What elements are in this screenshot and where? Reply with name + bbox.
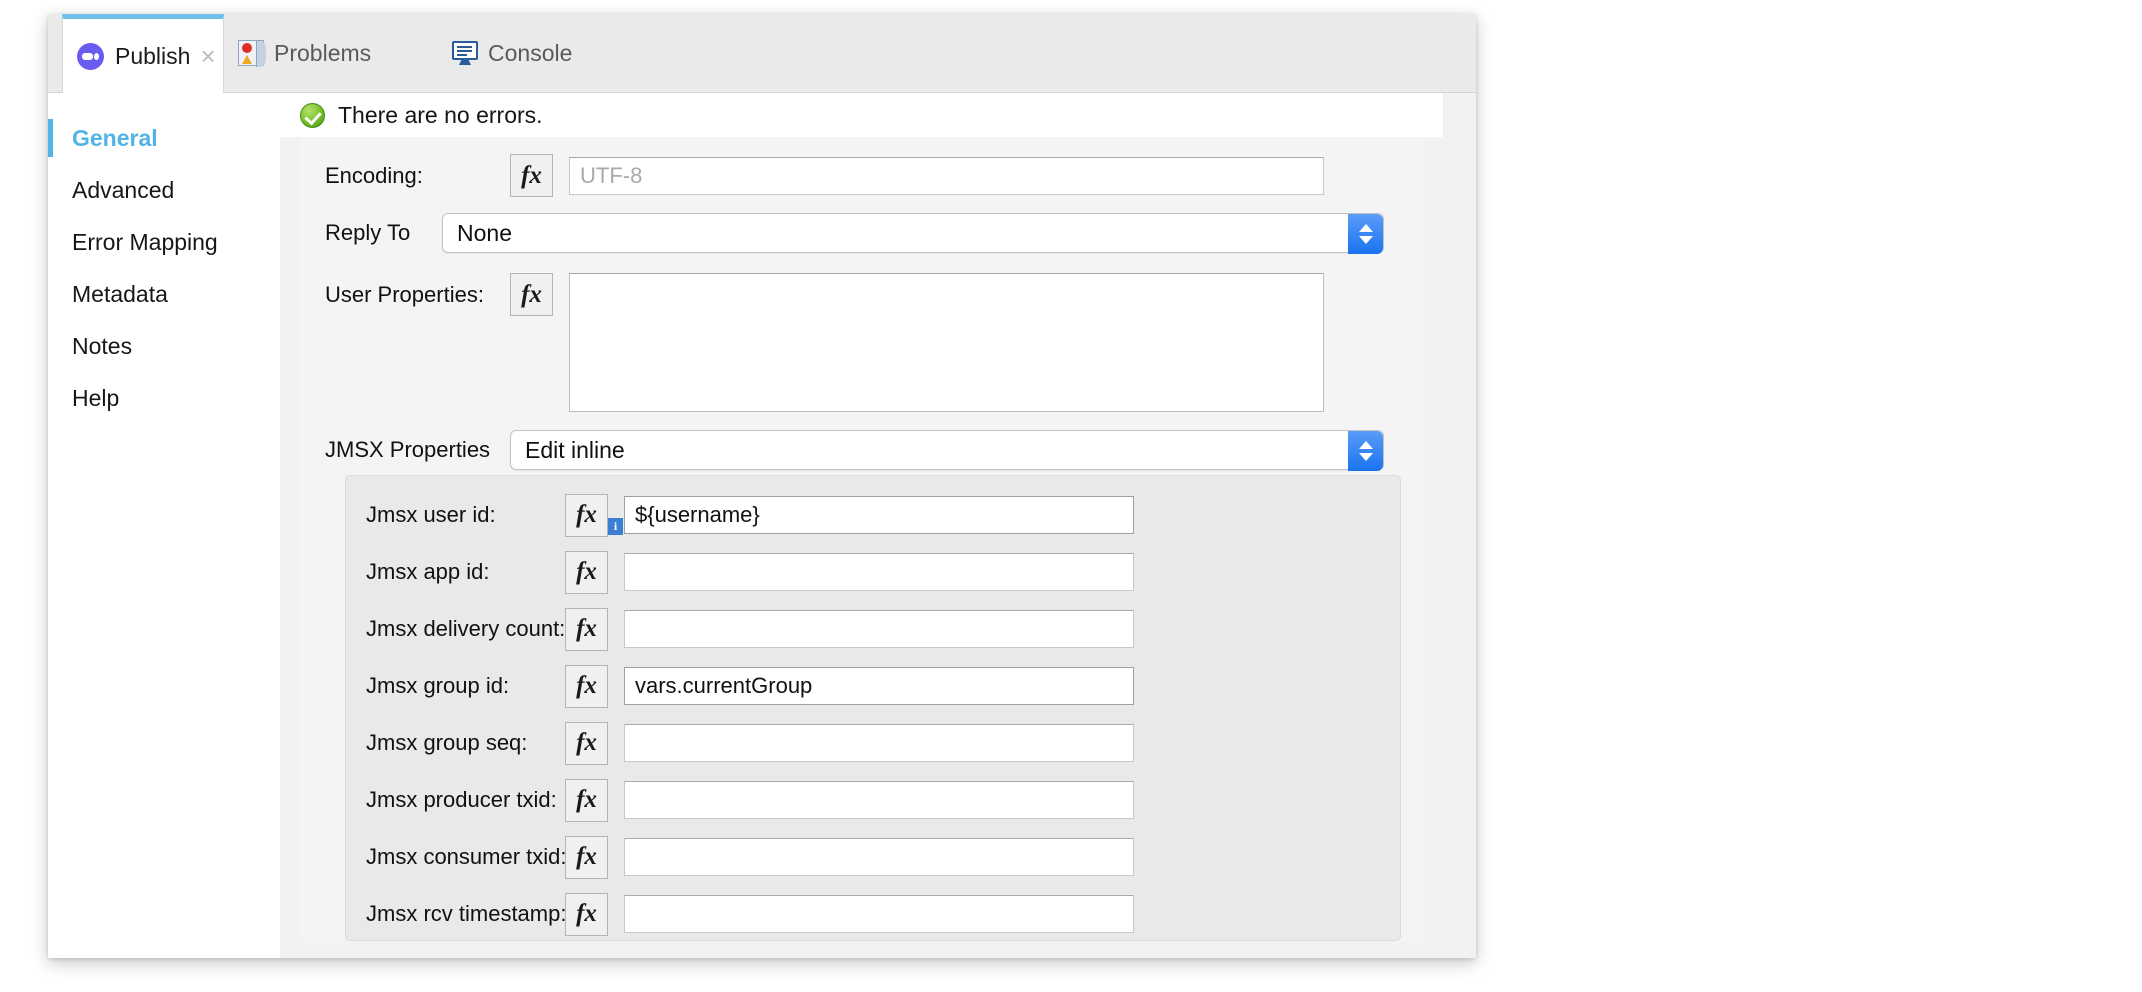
- encoding-input[interactable]: UTF-8: [569, 157, 1324, 195]
- jmsx-producer-txid-label: Jmsx producer txid:: [366, 787, 556, 813]
- jmsx-group-seq-fx-button[interactable]: fx: [565, 722, 608, 765]
- editor-tab-bar: Publish × Problems Console: [48, 14, 1476, 93]
- user-properties-fx-button[interactable]: fx: [510, 273, 553, 316]
- jmsx-delivery-count-fx-button[interactable]: fx: [565, 608, 608, 651]
- status-message: There are no errors.: [338, 102, 543, 129]
- tab-publish-label: Publish: [115, 43, 190, 70]
- user-properties-label: User Properties:: [325, 273, 510, 316]
- jmsx-rcv-timestamp-label: Jmsx rcv timestamp:: [366, 901, 556, 927]
- general-form: Encoding: fx UTF-8 Reply To None: [300, 137, 1423, 942]
- user-properties-row: User Properties: fx: [325, 273, 1324, 412]
- jmsx-user-id-label: Jmsx user id:: [366, 502, 556, 528]
- sidebar-item-label: General: [72, 125, 158, 152]
- sidebar-item-advanced[interactable]: Advanced: [48, 171, 280, 209]
- encoding-row: Encoding: fx UTF-8: [325, 154, 1324, 197]
- sidebar-item-label: Error Mapping: [72, 229, 218, 256]
- encoding-label: Encoding:: [325, 163, 510, 189]
- jmsx-fields-group: Jmsx user id: fx i ${username} Jmsx app …: [345, 475, 1401, 941]
- jmsx-user-id-row: Jmsx user id: fx i ${username}: [346, 494, 1402, 536]
- problems-icon: [238, 40, 264, 66]
- jmsx-consumer-txid-input[interactable]: [624, 838, 1134, 876]
- tab-console[interactable]: Console: [438, 14, 586, 92]
- jmsx-consumer-txid-label: Jmsx consumer txid:: [366, 844, 556, 870]
- encoding-fx-button[interactable]: fx: [510, 154, 553, 197]
- jmsx-producer-txid-input[interactable]: [624, 781, 1134, 819]
- jmsx-group-id-input[interactable]: vars.currentGroup: [624, 667, 1134, 705]
- reply-to-select[interactable]: None: [442, 213, 1384, 253]
- jmsx-group-id-row: Jmsx group id: fx vars.currentGroup: [346, 665, 1402, 707]
- jmsx-rcv-timestamp-row: Jmsx rcv timestamp: fx: [346, 893, 1402, 935]
- reply-to-value: None: [457, 220, 512, 247]
- jmsx-consumer-txid-row: Jmsx consumer txid: fx: [346, 836, 1402, 878]
- success-check-icon: [300, 103, 325, 128]
- jmsx-properties-label: JMSX Properties: [325, 437, 510, 463]
- jmsx-app-id-label: Jmsx app id:: [366, 559, 556, 585]
- sidebar-item-error-mapping[interactable]: Error Mapping: [48, 223, 280, 261]
- jmsx-group-seq-input[interactable]: [624, 724, 1134, 762]
- jmsx-properties-value: Edit inline: [525, 437, 625, 464]
- sidebar-item-help[interactable]: Help: [48, 379, 280, 417]
- publish-icon: [77, 43, 104, 70]
- jmsx-delivery-count-input[interactable]: [624, 610, 1134, 648]
- console-icon: [452, 41, 478, 65]
- sidebar-item-label: Advanced: [72, 177, 174, 204]
- jmsx-user-id-input[interactable]: ${username}: [624, 496, 1134, 534]
- jmsx-properties-row: JMSX Properties Edit inline: [325, 430, 1384, 470]
- jmsx-app-id-fx-button[interactable]: fx: [565, 551, 608, 594]
- jmsx-app-id-input[interactable]: [624, 553, 1134, 591]
- jmsx-group-seq-label: Jmsx group seq:: [366, 730, 556, 756]
- sidebar-item-general[interactable]: General: [48, 119, 280, 157]
- tab-problems[interactable]: Problems: [224, 14, 385, 92]
- properties-sidebar: General Advanced Error Mapping Metadata …: [48, 93, 281, 958]
- properties-content: There are no errors. Encoding: fx UTF-8 …: [280, 93, 1476, 958]
- properties-editor-window: Publish × Problems Console General Advan…: [48, 14, 1476, 958]
- jmsx-user-id-fx-button[interactable]: fx: [565, 494, 608, 537]
- sidebar-item-metadata[interactable]: Metadata: [48, 275, 280, 313]
- info-icon[interactable]: i: [608, 518, 623, 535]
- jmsx-rcv-timestamp-fx-button[interactable]: fx: [565, 893, 608, 936]
- chevron-updown-icon[interactable]: [1348, 431, 1383, 471]
- tab-problems-label: Problems: [274, 40, 371, 67]
- jmsx-properties-select[interactable]: Edit inline: [510, 430, 1384, 470]
- sidebar-item-label: Help: [72, 385, 119, 412]
- tab-console-label: Console: [488, 40, 572, 67]
- jmsx-group-seq-row: Jmsx group seq: fx: [346, 722, 1402, 764]
- tab-publish[interactable]: Publish ×: [62, 14, 224, 93]
- reply-to-label: Reply To: [325, 220, 442, 246]
- jmsx-producer-txid-fx-button[interactable]: fx: [565, 779, 608, 822]
- jmsx-group-id-fx-button[interactable]: fx: [565, 665, 608, 708]
- jmsx-consumer-txid-fx-button[interactable]: fx: [565, 836, 608, 879]
- status-bar: There are no errors.: [280, 93, 1443, 137]
- jmsx-delivery-count-row: Jmsx delivery count: fx: [346, 608, 1402, 650]
- sidebar-item-label: Metadata: [72, 281, 168, 308]
- reply-to-row: Reply To None: [325, 213, 1384, 253]
- editor-body: General Advanced Error Mapping Metadata …: [48, 93, 1476, 958]
- jmsx-producer-txid-row: Jmsx producer txid: fx: [346, 779, 1402, 821]
- jmsx-app-id-row: Jmsx app id: fx: [346, 551, 1402, 593]
- content-right-rail: [1443, 93, 1476, 958]
- jmsx-delivery-count-label: Jmsx delivery count:: [366, 616, 556, 642]
- close-icon[interactable]: ×: [200, 43, 215, 69]
- user-properties-textarea[interactable]: [569, 273, 1324, 412]
- chevron-updown-icon[interactable]: [1348, 214, 1383, 254]
- jmsx-rcv-timestamp-input[interactable]: [624, 895, 1134, 933]
- sidebar-item-notes[interactable]: Notes: [48, 327, 280, 365]
- jmsx-group-id-label: Jmsx group id:: [366, 673, 556, 699]
- sidebar-item-label: Notes: [72, 333, 132, 360]
